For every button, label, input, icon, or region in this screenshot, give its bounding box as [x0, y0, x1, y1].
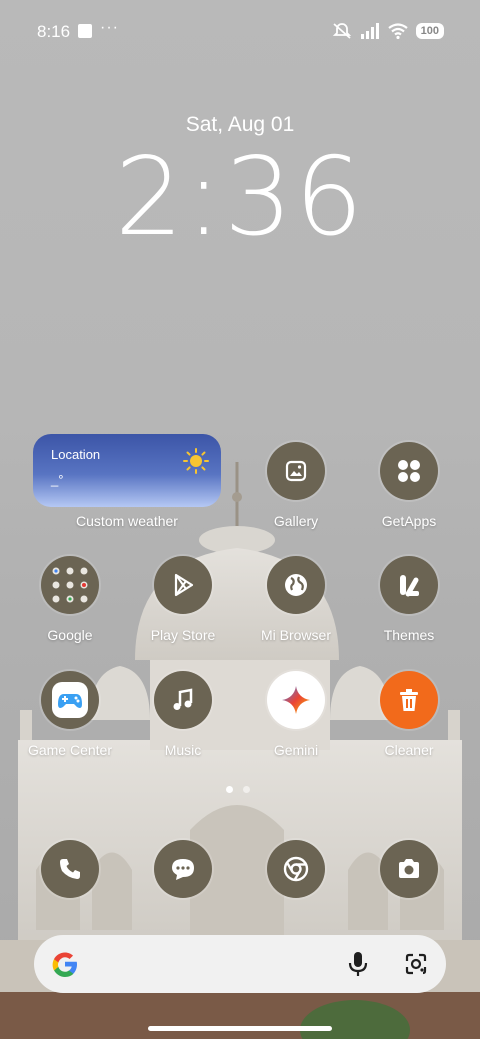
mi-browser-label: Mi Browser: [260, 627, 331, 643]
phone-icon: [41, 840, 99, 898]
gemini-icon: [267, 671, 325, 729]
app-cleaner[interactable]: Cleaner: [352, 671, 466, 758]
google-folder-icon: [41, 556, 99, 614]
status-time: 8:16: [37, 22, 71, 41]
gemini-label: Gemini: [273, 742, 319, 758]
app-game-center[interactable]: Game Center: [13, 671, 127, 758]
trash-icon: [380, 671, 438, 729]
custom-weather-label: Custom weather: [76, 513, 178, 529]
app-mi-browser[interactable]: Mi Browser: [239, 556, 353, 643]
dock-messages[interactable]: [126, 840, 240, 898]
app-themes[interactable]: Themes: [352, 556, 466, 643]
app-gallery[interactable]: Gallery: [239, 442, 353, 529]
messages-icon: [154, 840, 212, 898]
google-lens-icon[interactable]: [404, 952, 428, 976]
app-play-store[interactable]: Play Store: [126, 556, 240, 643]
home-gesture-bar[interactable]: [148, 1026, 332, 1031]
weather-location: Location: [51, 447, 101, 462]
weather-widget[interactable]: Location _°: [33, 434, 221, 507]
music-note-icon: [154, 671, 212, 729]
gamepad-icon: [41, 671, 99, 729]
themes-label: Themes: [383, 627, 435, 643]
more-notifications-icon: ···: [100, 19, 119, 36]
app-gemini[interactable]: Gemini: [239, 671, 353, 758]
battery-icon: 100: [415, 23, 444, 39]
clock-widget[interactable]: 2:36: [0, 135, 480, 260]
microphone-icon[interactable]: [348, 951, 368, 977]
app-getapps[interactable]: GetApps: [352, 442, 466, 529]
globe-icon: [267, 556, 325, 614]
getapps-icon: [380, 442, 438, 500]
cleaner-label: Cleaner: [384, 742, 434, 758]
mute-icon: [332, 23, 351, 39]
status-bar: 8:16 ··· 100: [0, 18, 480, 46]
page-dot: [243, 786, 250, 793]
google-search-bar[interactable]: [34, 935, 446, 993]
sun-icon: [183, 448, 209, 474]
play-store-label: Play Store: [150, 627, 216, 643]
lockscreen-date: Sat, Aug 01: [185, 113, 295, 136]
dock-camera[interactable]: [352, 840, 466, 898]
themes-icon: [380, 556, 438, 614]
google-g-icon: [52, 952, 77, 977]
gallery-label: Gallery: [273, 513, 319, 529]
camera-icon: [380, 840, 438, 898]
game-center-label: Game Center: [27, 742, 113, 758]
page-dot-active: [226, 786, 233, 793]
getapps-label: GetApps: [381, 513, 437, 529]
gallery-icon: [267, 442, 325, 500]
music-label: Music: [164, 742, 202, 758]
dock-phone[interactable]: [13, 840, 127, 898]
signal-icon: [360, 23, 379, 39]
wifi-icon: [387, 23, 408, 39]
weather-temperature: _°: [51, 472, 64, 487]
app-music[interactable]: Music: [126, 671, 240, 758]
weather-widget-caption: Custom weather: [70, 513, 184, 529]
chrome-icon: [267, 840, 325, 898]
notification-square-icon: [78, 24, 92, 38]
folder-google[interactable]: Google: [13, 556, 127, 643]
play-store-icon: [154, 556, 212, 614]
google-label: Google: [47, 627, 93, 643]
page-indicator: [226, 786, 250, 793]
dock-chrome[interactable]: [239, 840, 353, 898]
